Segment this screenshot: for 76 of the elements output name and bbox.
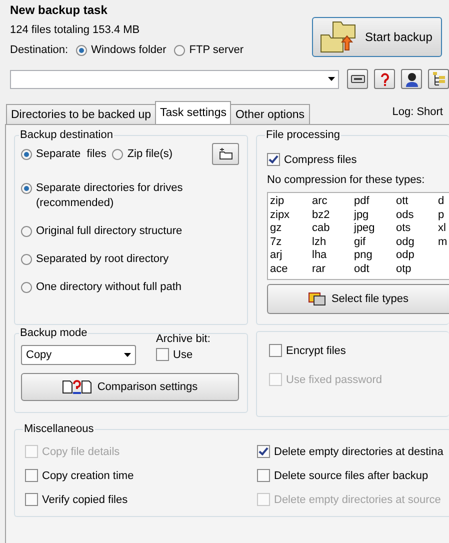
help-icon xyxy=(380,72,389,86)
no-compression-label: No compression for these types: xyxy=(267,174,426,186)
drive-icon xyxy=(350,74,365,84)
person-icon xyxy=(404,72,419,86)
comparison-settings-button[interactable]: Comparison settings xyxy=(21,373,239,401)
file-type-item: lha xyxy=(312,249,328,262)
file-type-item: arj xyxy=(270,249,284,262)
structure-radio[interactable]: Original full directory structure xyxy=(21,224,239,239)
start-backup-button[interactable]: Start backup xyxy=(312,17,442,57)
file-type-item: m xyxy=(438,236,448,249)
structure-radio[interactable]: One directory without full path xyxy=(21,280,239,295)
structure-radio[interactable]: Separated by root directory xyxy=(21,252,239,267)
file-type-item: zip xyxy=(270,195,286,208)
dropdown-arrow-icon xyxy=(328,77,336,81)
encryption-checkbox[interactable]: Encrypt files xyxy=(269,344,449,357)
file-type-item: odp xyxy=(396,249,416,262)
compare-icon xyxy=(62,380,92,394)
files-summary: 124 files totaling 153.4 MB xyxy=(10,24,141,36)
file-type-item: arc xyxy=(312,195,328,208)
file-type-item: ott xyxy=(396,195,410,208)
option-checkbox[interactable]: Verify copied files xyxy=(25,493,257,506)
file-type-item: rar xyxy=(312,262,326,276)
group-title: File processing xyxy=(265,129,341,141)
file-type-item: 7z xyxy=(270,236,283,249)
file-type-item: cab xyxy=(312,222,331,236)
destination-label: Destination: xyxy=(10,44,68,56)
folder-icon xyxy=(218,148,232,160)
structure-radio[interactable]: Separate directories for drives (recommended) xyxy=(21,181,239,211)
group-title: Backup mode xyxy=(19,327,88,339)
format-radio[interactable]: Zip file(s) xyxy=(112,148,173,160)
user-button[interactable] xyxy=(401,69,422,89)
new-folder-button[interactable] xyxy=(212,143,239,165)
file-type-item: gif xyxy=(354,236,367,249)
tab[interactable]: Other options xyxy=(230,104,310,124)
archive-bit-label: Archive bit: xyxy=(156,333,210,345)
window-icon xyxy=(308,291,326,307)
file-type-item: p xyxy=(438,208,446,222)
format-radio[interactable]: Separate files xyxy=(21,148,106,160)
file-type-item: bz2 xyxy=(312,208,331,222)
option-checkbox[interactable]: Delete empty directories at destina xyxy=(257,445,444,458)
destination-radio[interactable]: Windows folder xyxy=(76,44,166,56)
file-type-item: pdf xyxy=(354,195,370,208)
option-checkbox[interactable]: Copy creation time xyxy=(25,469,257,482)
file-type-item: ots xyxy=(396,222,412,236)
use-checkbox[interactable]: Use xyxy=(156,348,210,361)
file-type-item: png xyxy=(354,249,374,262)
file-type-item: d xyxy=(438,195,446,208)
tree-button[interactable] xyxy=(428,69,449,89)
tab[interactable]: Directories to be backed up xyxy=(6,104,156,124)
group-title: Miscellaneous xyxy=(23,423,95,435)
file-type-item: lzh xyxy=(312,236,328,249)
file-type-item: otp xyxy=(396,262,412,276)
select-file-types-button[interactable]: Select file types xyxy=(267,284,449,314)
file-type-item: zipx xyxy=(270,208,291,222)
destination-radio[interactable]: FTP server xyxy=(174,44,244,56)
file-type-item: odg xyxy=(396,236,416,249)
file-type-item: jpeg xyxy=(354,222,376,236)
drive-button[interactable] xyxy=(347,69,368,89)
file-type-item: ods xyxy=(396,208,415,222)
dropdown-arrow-icon xyxy=(124,353,131,357)
path-field[interactable] xyxy=(10,70,340,88)
file-type-item: odt xyxy=(354,262,370,276)
file-type-item: gz xyxy=(270,222,283,236)
tree-icon xyxy=(432,72,446,86)
task-title: New backup task xyxy=(10,3,108,17)
group-title: Backup destination xyxy=(19,129,114,141)
option-checkbox[interactable]: Delete source files after backup xyxy=(257,469,444,482)
file-type-item: ace xyxy=(270,262,289,276)
tab[interactable]: Task settings xyxy=(155,101,232,124)
help-button[interactable] xyxy=(374,69,396,89)
log-level: Log: Short xyxy=(392,106,443,120)
file-type-item: jpg xyxy=(354,208,370,222)
compress-checkbox[interactable]: Compress files xyxy=(267,153,449,166)
file-type-item: xl xyxy=(438,222,447,236)
backup-mode-dropdown[interactable]: Copy xyxy=(21,345,136,365)
file-types-list[interactable]: zip zipx gz 7z arj ace arc bz2 cab lzh lha rar pdf jpg jpeg gif png odt ott ods ots odg odp otp d p xl m xyxy=(267,192,449,280)
